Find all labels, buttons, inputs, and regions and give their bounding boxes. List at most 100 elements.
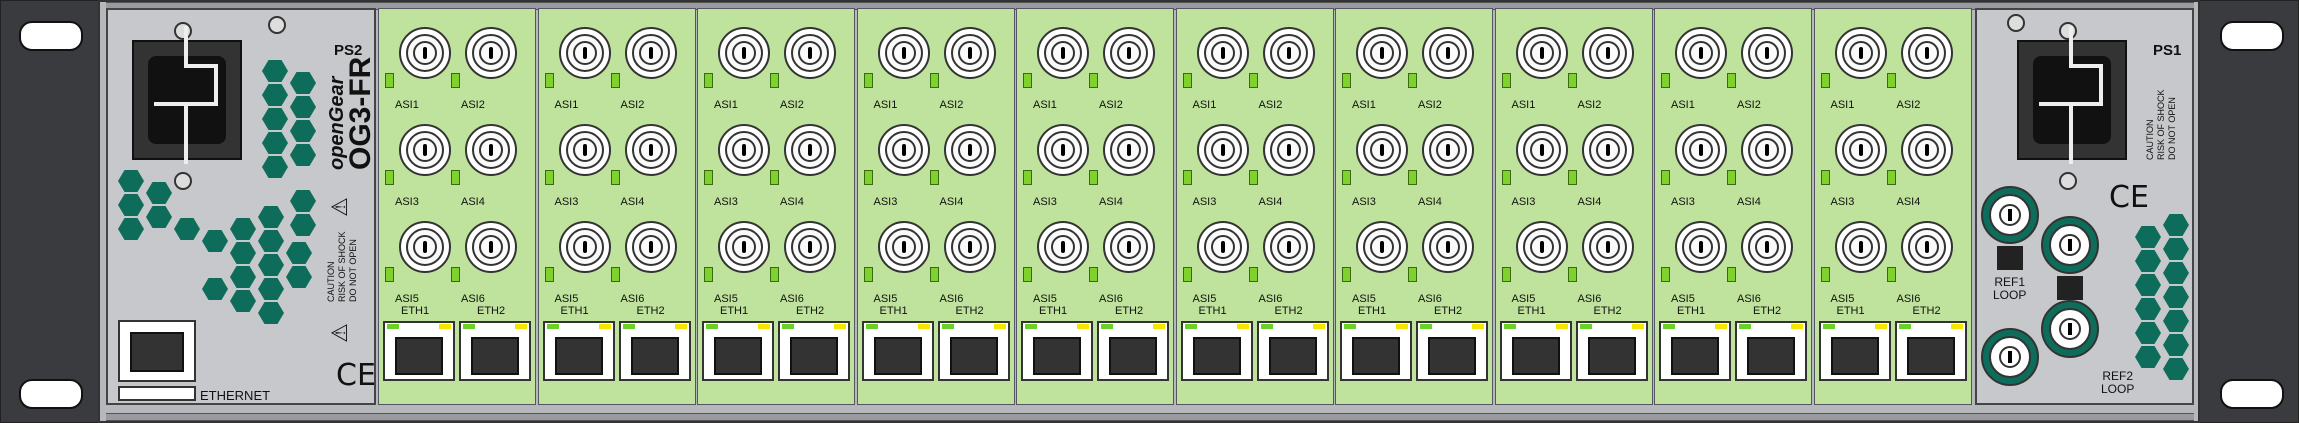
rj45-port[interactable] xyxy=(542,321,615,381)
rj45-port[interactable] xyxy=(1180,321,1253,381)
bnc-connector[interactable] xyxy=(465,124,517,176)
bnc-connector[interactable] xyxy=(1103,221,1155,273)
bnc-connector[interactable] xyxy=(1262,27,1315,79)
bnc-connector[interactable] xyxy=(465,27,517,79)
rj45-port[interactable] xyxy=(861,321,934,381)
bnc-connector[interactable] xyxy=(877,221,930,273)
bnc-connector[interactable] xyxy=(399,124,451,176)
bnc-connector[interactable] xyxy=(943,221,996,273)
rack-rear-panel: PS2 openGear OG3-FR ⚠ CAUTION RISK OF SH… xyxy=(0,0,2299,423)
bnc-connector[interactable] xyxy=(1741,124,1793,176)
bnc-connector[interactable] xyxy=(943,27,996,79)
loop-link xyxy=(1997,246,2023,270)
bnc-connector[interactable] xyxy=(1037,221,1089,273)
iec-power-inlet[interactable] xyxy=(2017,26,2127,164)
bnc-connector[interactable] xyxy=(1581,221,1634,273)
ref1-loop-bnc-b[interactable] xyxy=(1981,328,2039,386)
bnc-connector[interactable] xyxy=(558,221,611,273)
ethernet-port[interactable] xyxy=(118,320,196,382)
rj45-port[interactable] xyxy=(778,321,850,381)
bnc-connector[interactable] xyxy=(1037,27,1089,79)
bnc-connector[interactable] xyxy=(718,221,770,273)
rj45-port[interactable] xyxy=(1256,321,1329,381)
bnc-connector[interactable] xyxy=(877,124,930,176)
bnc-connector[interactable] xyxy=(1196,124,1249,176)
bnc-connector[interactable] xyxy=(1900,124,1953,176)
status-led xyxy=(451,73,460,88)
bnc-connector[interactable] xyxy=(718,27,770,79)
status-led xyxy=(770,267,779,282)
iec-power-inlet[interactable] xyxy=(132,26,242,164)
bnc-connector[interactable] xyxy=(943,124,996,176)
bnc-connector[interactable] xyxy=(1834,221,1887,273)
bnc-connector[interactable] xyxy=(718,124,770,176)
bnc-connector[interactable] xyxy=(1037,124,1089,176)
mount-slot xyxy=(19,379,83,409)
rj45-port[interactable] xyxy=(1021,321,1093,381)
rj45-port[interactable] xyxy=(1818,321,1891,381)
bnc-connector[interactable] xyxy=(1356,27,1408,79)
rj45-port[interactable] xyxy=(702,321,774,381)
bnc-connector[interactable] xyxy=(1356,124,1408,176)
bnc-connector[interactable] xyxy=(877,27,930,79)
bnc-label: ASI6 xyxy=(1577,293,1602,305)
bnc-connector[interactable] xyxy=(1262,221,1315,273)
bnc-connector[interactable] xyxy=(624,124,677,176)
bnc-connector[interactable] xyxy=(1262,124,1315,176)
bnc-connector[interactable] xyxy=(1581,124,1634,176)
ref1-loop-bnc-a[interactable] xyxy=(1981,186,2039,244)
bnc-connector[interactable] xyxy=(1900,221,1953,273)
rj45-port[interactable] xyxy=(937,321,1010,381)
rj45-port[interactable] xyxy=(383,321,455,381)
rj45-port[interactable] xyxy=(1340,321,1412,381)
rj45-port[interactable] xyxy=(1575,321,1648,381)
bnc-connector[interactable] xyxy=(1515,221,1568,273)
rj45-port[interactable] xyxy=(1097,321,1169,381)
rj45-port[interactable] xyxy=(1416,321,1488,381)
bnc-connector[interactable] xyxy=(1422,27,1474,79)
mount-slot xyxy=(2220,379,2284,409)
bnc-connector[interactable] xyxy=(1422,124,1474,176)
rj45-port[interactable] xyxy=(1735,321,1807,381)
bnc-connector[interactable] xyxy=(399,27,451,79)
bnc-connector[interactable] xyxy=(1675,27,1727,79)
bnc-connector[interactable] xyxy=(1675,221,1727,273)
bnc-connector[interactable] xyxy=(624,27,677,79)
rj45-port[interactable] xyxy=(459,321,531,381)
bnc-connector[interactable] xyxy=(1515,124,1568,176)
bnc-connector[interactable] xyxy=(399,221,451,273)
bnc-connector[interactable] xyxy=(465,221,517,273)
bnc-connector[interactable] xyxy=(624,221,677,273)
bnc-connector[interactable] xyxy=(1422,221,1474,273)
bnc-connector[interactable] xyxy=(1103,124,1155,176)
bnc-connector[interactable] xyxy=(784,221,836,273)
bnc-connector[interactable] xyxy=(558,124,611,176)
bnc-connector[interactable] xyxy=(1834,124,1887,176)
bnc-connector[interactable] xyxy=(1581,27,1634,79)
eth-label: ETH1 xyxy=(401,305,430,317)
rj45-port[interactable] xyxy=(1499,321,1572,381)
bnc-connector[interactable] xyxy=(784,124,836,176)
bnc-connector[interactable] xyxy=(558,27,611,79)
bnc-connector[interactable] xyxy=(1741,27,1793,79)
bnc-connector[interactable] xyxy=(1515,27,1568,79)
bnc-connector[interactable] xyxy=(1196,221,1249,273)
bnc-connector[interactable] xyxy=(1834,27,1887,79)
status-led xyxy=(1023,170,1032,185)
mount-slot xyxy=(2220,21,2284,51)
bnc-label: ASI3 xyxy=(1671,196,1695,208)
bnc-label: ASI2 xyxy=(1737,99,1761,111)
bnc-connector[interactable] xyxy=(1103,27,1155,79)
ref2-loop-bnc-b[interactable] xyxy=(2041,300,2099,358)
bnc-connector[interactable] xyxy=(1356,221,1408,273)
bnc-connector[interactable] xyxy=(784,27,836,79)
rj45-port[interactable] xyxy=(618,321,691,381)
rj45-port[interactable] xyxy=(1659,321,1731,381)
status-led xyxy=(1089,267,1098,282)
rj45-port[interactable] xyxy=(1894,321,1967,381)
bnc-connector[interactable] xyxy=(1741,221,1793,273)
ref2-loop-bnc-a[interactable] xyxy=(2041,216,2099,274)
bnc-connector[interactable] xyxy=(1196,27,1249,79)
bnc-connector[interactable] xyxy=(1900,27,1953,79)
bnc-connector[interactable] xyxy=(1675,124,1727,176)
